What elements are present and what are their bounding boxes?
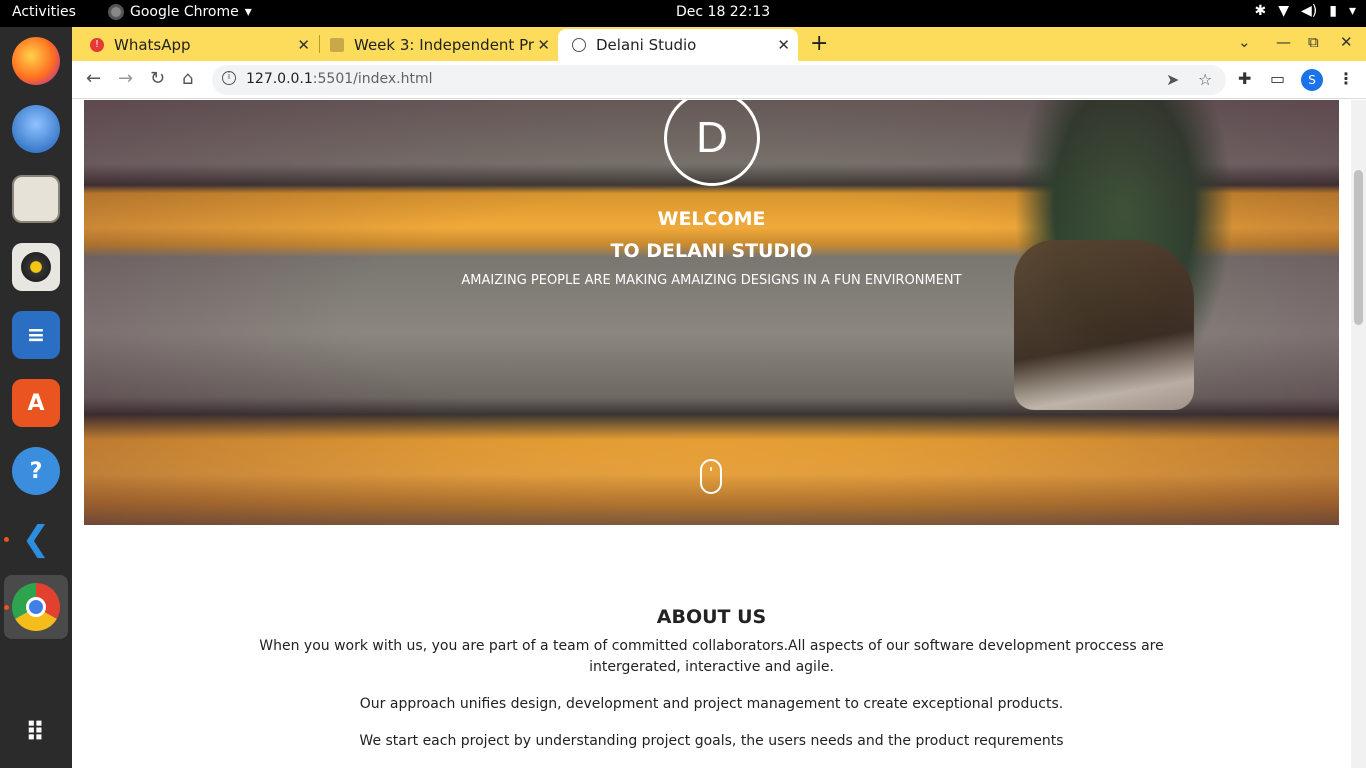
app-grid-icon[interactable]: ⠿ [12, 709, 60, 757]
about-paragraph: We start each project by understanding p… [359, 733, 1064, 749]
extensions-icon[interactable]: ✚ [1238, 69, 1251, 88]
chevron-down-icon[interactable]: ▾ [1349, 3, 1356, 19]
site-info-icon[interactable]: i [222, 71, 236, 85]
close-icon[interactable]: ✕ [297, 36, 310, 54]
app-store-icon[interactable]: A [12, 379, 60, 427]
back-button[interactable]: ← [86, 68, 101, 89]
minimize-button[interactable]: — [1276, 33, 1291, 51]
tab-separator [319, 35, 320, 53]
globe-icon [572, 38, 586, 52]
browser-toolbar: ← → ↻ ⌂ i 127.0.0.1:5501/index.html ➤ ☆ … [72, 61, 1366, 99]
restore-button[interactable]: ⧉ [1308, 33, 1319, 51]
welcome-subheading: TO DELANI STUDIO [610, 240, 813, 262]
hero-section: D WELCOME TO DELANI STUDIO AMAIZING PEOP… [84, 100, 1339, 525]
clock[interactable]: Dec 18 22:13 [676, 4, 770, 20]
about-paragraph: When you work with us, you are part of a… [259, 638, 1164, 675]
reload-button[interactable]: ↻ [150, 68, 165, 89]
wifi-icon[interactable]: ▼ [1278, 3, 1289, 19]
url-text[interactable]: 127.0.0.1:5501/index.html [246, 71, 433, 87]
scroll-down-mouse-icon[interactable] [700, 459, 722, 494]
firefox-icon[interactable] [12, 37, 60, 85]
libreoffice-writer-icon[interactable]: ≡ [12, 311, 60, 359]
close-icon[interactable]: ✕ [777, 36, 790, 54]
bookmark-star-icon[interactable]: ☆ [1198, 70, 1212, 89]
tab-whatsapp[interactable]: ! WhatsApp ✕ [90, 29, 318, 61]
close-icon[interactable]: ✕ [534, 36, 550, 54]
tab-strip: ! WhatsApp ✕ Week 3: Independent Proj ✕ … [72, 27, 1366, 61]
scrollbar-thumb[interactable] [1354, 170, 1363, 325]
tab-title: WhatsApp [114, 36, 191, 54]
chrome-icon[interactable] [12, 583, 60, 631]
tab-week3[interactable]: Week 3: Independent Proj ✕ [330, 29, 558, 61]
chrome-window: ! WhatsApp ✕ Week 3: Independent Proj ✕ … [72, 27, 1366, 768]
about-paragraph: Our approach unifies design, development… [359, 696, 1064, 712]
help-icon[interactable]: ? [12, 447, 60, 495]
tab-search-chevron-icon[interactable]: ⌄ [1238, 33, 1251, 51]
page-viewport: D WELCOME TO DELANI STUDIO AMAIZING PEOP… [72, 100, 1366, 768]
home-button[interactable]: ⌂ [182, 68, 193, 89]
rhythmbox-icon[interactable] [12, 243, 60, 291]
dock: ≡ A ? ❮ ⠿ [0, 27, 72, 768]
profile-avatar[interactable]: S [1301, 69, 1323, 91]
chrome-small-icon [108, 4, 124, 20]
tree-icon [330, 38, 344, 52]
activities-button[interactable]: Activities [12, 4, 76, 20]
volume-icon[interactable]: ◀) [1301, 3, 1317, 19]
chevron-down-icon: ▾ [244, 4, 252, 20]
files-icon[interactable] [12, 175, 60, 223]
new-tab-button[interactable]: + [810, 31, 828, 56]
color-picker-icon[interactable]: ✱ [1255, 3, 1267, 19]
tab-title: Week 3: Independent Proj [354, 36, 548, 54]
system-top-bar: Activities Google Chrome ▾ Dec 18 22:13 … [0, 0, 1366, 27]
running-indicator [4, 605, 9, 610]
alert-icon: ! [90, 38, 104, 52]
tab-title: Delani Studio [596, 36, 697, 54]
welcome-heading: WELCOME [657, 208, 766, 230]
forward-button[interactable]: → [118, 68, 133, 89]
app-menu[interactable]: Google Chrome ▾ [108, 4, 252, 20]
battery-icon[interactable]: ▮ [1329, 3, 1337, 19]
hero-tagline: AMAIZING PEOPLE ARE MAKING AMAIZING DESI… [461, 273, 962, 288]
tab-delani-studio[interactable]: Delani Studio ✕ [558, 29, 798, 61]
mouse-wheel [710, 467, 712, 471]
cast-icon[interactable]: ▭ [1270, 69, 1285, 88]
vscode-icon[interactable]: ❮ [12, 515, 60, 563]
about-title: ABOUT US [656, 606, 767, 628]
url-host: 127.0.0.1 [246, 71, 313, 87]
menu-icon[interactable]: ⋮ [1338, 69, 1354, 88]
system-tray[interactable]: ✱ ▼ ◀) ▮ ▾ [1255, 3, 1357, 19]
send-icon[interactable]: ➤ [1166, 70, 1179, 89]
url-path: :5501/index.html [312, 71, 433, 87]
running-indicator [4, 537, 9, 542]
app-menu-label: Google Chrome [130, 4, 239, 20]
thunderbird-icon[interactable] [12, 105, 60, 153]
address-bar[interactable]: i 127.0.0.1:5501/index.html ➤ ☆ [212, 65, 1226, 95]
close-window-button[interactable]: ✕ [1340, 33, 1353, 51]
page-scrollbar[interactable] [1351, 100, 1366, 768]
